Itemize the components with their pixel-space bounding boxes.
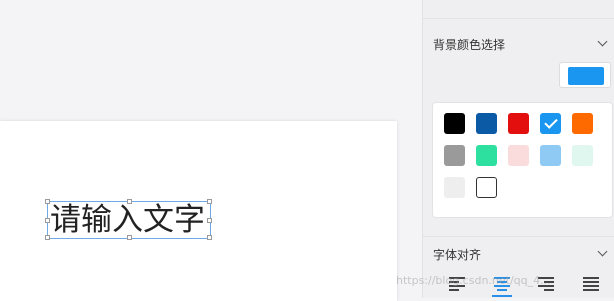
resize-handle-bottom-left[interactable] [45, 235, 50, 240]
color-swatch-dark-blue[interactable] [476, 113, 497, 134]
color-swatch-orange[interactable] [572, 113, 593, 134]
panel-divider [423, 236, 614, 237]
color-swatch-light-gray[interactable] [444, 177, 465, 198]
watermark: https://blog.csdn.net/qq_4... [396, 274, 551, 287]
color-swatch-green[interactable] [476, 145, 497, 166]
color-swatch-light-blue[interactable] [540, 145, 561, 166]
align-justify-icon[interactable] [583, 276, 599, 292]
resize-handle-top-center[interactable] [127, 199, 132, 204]
color-swatch-white[interactable] [476, 177, 497, 198]
color-swatch-light-pink[interactable] [508, 145, 529, 166]
background-color-title[interactable]: 背景颜色选择 [433, 36, 505, 53]
resize-handle-middle-left[interactable] [45, 218, 50, 223]
artboard[interactable]: 请输入文字 [0, 121, 397, 301]
chevron-down-icon[interactable] [597, 246, 608, 257]
properties-panel: 背景颜色选择 字体对齐 [422, 0, 614, 298]
canvas-area[interactable]: 请输入文字 [0, 0, 422, 301]
active-indicator [492, 295, 512, 297]
chevron-down-icon[interactable] [597, 36, 608, 47]
color-swatch-gray[interactable] [444, 145, 465, 166]
color-picker-trigger[interactable] [559, 62, 611, 88]
text-align-title[interactable]: 字体对齐 [433, 246, 481, 263]
current-color-preview [568, 67, 604, 85]
color-swatch-mint[interactable] [572, 145, 593, 166]
text-element[interactable]: 请输入文字 [45, 199, 212, 240]
color-swatch-black[interactable] [444, 113, 465, 134]
resize-handle-top-left[interactable] [45, 199, 50, 204]
text-element-content[interactable]: 请输入文字 [50, 202, 205, 238]
color-swatch-blue[interactable] [540, 113, 561, 134]
resize-handle-bottom-right[interactable] [207, 235, 212, 240]
resize-handle-bottom-center[interactable] [127, 235, 132, 240]
color-swatch-red[interactable] [508, 113, 529, 134]
panel-divider [423, 18, 614, 19]
check-icon [543, 115, 558, 129]
resize-handle-top-right[interactable] [207, 199, 212, 204]
resize-handle-middle-right[interactable] [207, 218, 212, 223]
color-palette [432, 102, 613, 218]
